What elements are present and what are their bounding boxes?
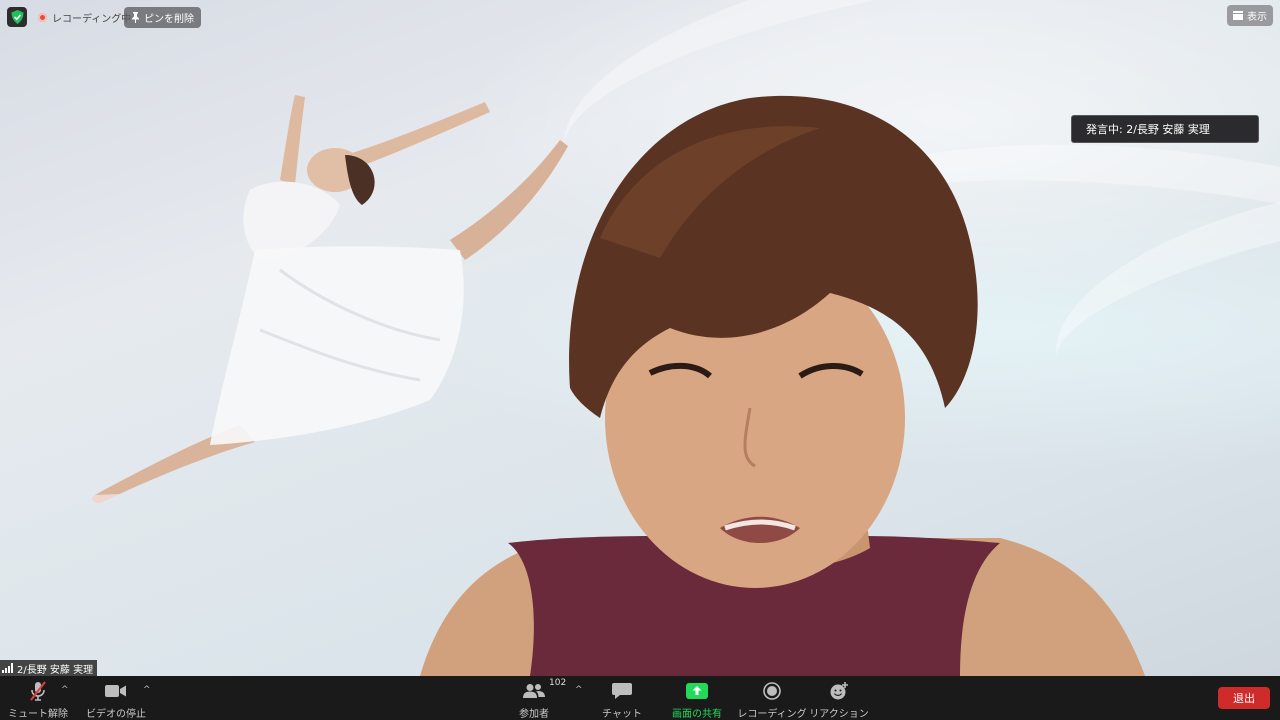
record-icon bbox=[763, 680, 781, 702]
video-options-chevron-icon[interactable]: ^ bbox=[143, 685, 151, 695]
record-label: レコーディング bbox=[737, 709, 807, 720]
recording-indicator[interactable]: レコーディング中 bbox=[34, 8, 135, 26]
muted-mic-icon bbox=[28, 680, 48, 702]
reactions-button[interactable]: リアクション bbox=[809, 676, 869, 720]
unmute-label: ミュート解除 bbox=[8, 709, 68, 720]
meeting-toolbar: ミュート解除 ^ ビデオの停止 ^ 102 参加者 ^ チャット 画面の共有 レ… bbox=[0, 676, 1280, 720]
participants-options-chevron-icon[interactable]: ^ bbox=[575, 685, 583, 695]
participant-name: 2/長野 安藤 実理 bbox=[17, 664, 94, 676]
speaker-video bbox=[420, 95, 1145, 676]
chat-bubble-icon bbox=[612, 680, 632, 702]
participants-label: 参加者 bbox=[519, 709, 549, 720]
shield-check-icon bbox=[11, 10, 23, 24]
active-speaker-text: 発言中: 2/長野 安藤 実理 bbox=[1086, 123, 1210, 136]
chat-button[interactable]: チャット bbox=[598, 676, 646, 720]
leave-meeting-button[interactable]: 退出 bbox=[1218, 687, 1270, 709]
record-button[interactable]: レコーディング bbox=[737, 676, 807, 720]
security-shield-button[interactable] bbox=[7, 7, 27, 27]
stop-video-button[interactable]: ビデオの停止 bbox=[86, 676, 146, 720]
participant-name-tag: 2/長野 安藤 実理 bbox=[0, 660, 98, 676]
recording-status-text: レコーディング中 bbox=[52, 13, 132, 25]
unpin-button[interactable]: ピンを削除 bbox=[124, 7, 201, 28]
participants-button[interactable]: 102 参加者 bbox=[510, 676, 566, 720]
pin-icon bbox=[132, 12, 139, 23]
smiley-plus-icon bbox=[829, 680, 849, 702]
active-speaker-indicator: 発言中: 2/長野 安藤 実理 bbox=[1071, 115, 1259, 143]
participants-icon: 102 bbox=[523, 678, 566, 702]
view-button[interactable]: 表示 bbox=[1227, 5, 1273, 26]
grid-view-icon bbox=[1233, 11, 1243, 20]
share-screen-icon bbox=[686, 680, 708, 702]
chat-label: チャット bbox=[602, 709, 642, 720]
signal-strength-icon bbox=[2, 663, 13, 673]
view-label: 表示 bbox=[1247, 12, 1267, 23]
share-screen-button[interactable]: 画面の共有 bbox=[668, 676, 726, 720]
reactions-label: リアクション bbox=[809, 709, 869, 720]
audio-options-chevron-icon[interactable]: ^ bbox=[61, 685, 69, 695]
recording-dot-icon bbox=[38, 12, 47, 22]
unpin-label: ピンを削除 bbox=[144, 14, 194, 25]
share-screen-label: 画面の共有 bbox=[672, 709, 722, 720]
participants-count: 102 bbox=[549, 678, 567, 688]
video-stage: レコーディング中 ピンを削除 表示 発言中: 2/長野 安藤 実理 2/長野 安… bbox=[0, 0, 1280, 676]
stop-video-label: ビデオの停止 bbox=[86, 709, 146, 720]
video-camera-icon bbox=[105, 680, 127, 702]
unmute-button[interactable]: ミュート解除 bbox=[8, 676, 68, 720]
